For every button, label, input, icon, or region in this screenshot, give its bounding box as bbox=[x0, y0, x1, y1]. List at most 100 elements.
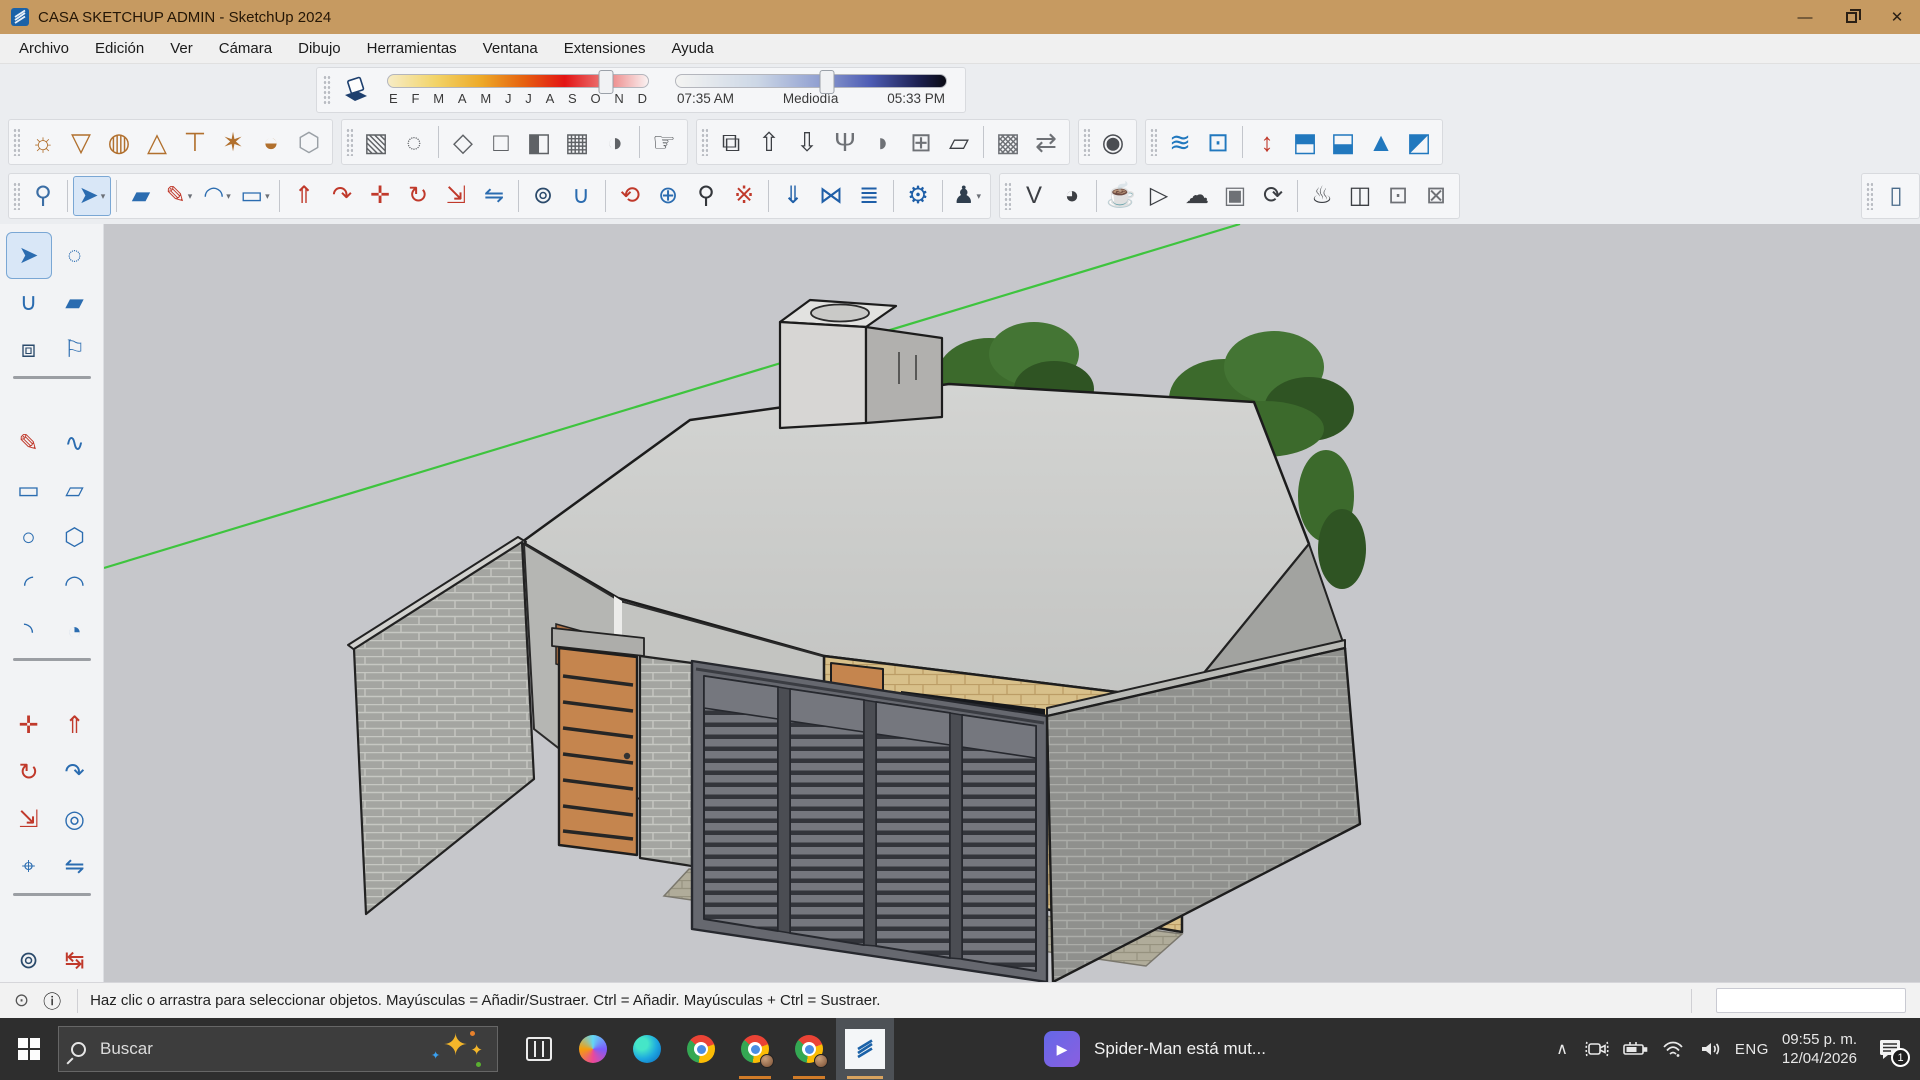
push-pull-tool[interactable]: ⇑ bbox=[285, 176, 323, 216]
month-slider-track[interactable] bbox=[387, 74, 649, 88]
push-pull-tool[interactable]: ⇑ bbox=[52, 702, 98, 749]
style-back-edges[interactable]: ◌ bbox=[395, 122, 433, 162]
vray-logo[interactable]: V bbox=[1015, 176, 1053, 216]
rotate-tool[interactable]: ↻ bbox=[6, 749, 52, 796]
layers-stack-export[interactable]: ≣ bbox=[850, 176, 888, 216]
vray-frame-buffer[interactable]: ▣ bbox=[1216, 176, 1254, 216]
axes-tool[interactable]: ⌖ bbox=[6, 843, 52, 890]
sandbox-from-contours[interactable]: ≋ bbox=[1161, 122, 1199, 162]
eraser-tool[interactable]: ▰ bbox=[122, 176, 160, 216]
volume-tray-icon[interactable] bbox=[1698, 1039, 1722, 1059]
grid-panel[interactable]: ▩ bbox=[989, 122, 1027, 162]
flip-settings[interactable]: ⚙ bbox=[899, 176, 937, 216]
vray-lock-viewport[interactable]: ⊠ bbox=[1417, 176, 1455, 216]
sandbox-drape[interactable]: ⬓ bbox=[1324, 122, 1362, 162]
menu-dibujo[interactable]: Dibujo bbox=[285, 34, 354, 64]
restore-button[interactable] bbox=[1828, 0, 1874, 34]
tape-measure-tool[interactable]: ⊚ bbox=[524, 176, 562, 216]
measurements-input[interactable] bbox=[1716, 988, 1906, 1013]
tape-measure-tool[interactable]: ⊚ bbox=[6, 937, 52, 982]
style-shaded[interactable]: ◧ bbox=[520, 122, 558, 162]
dropdown-caret[interactable]: ▾ bbox=[188, 191, 193, 202]
vray-vfb-window[interactable]: ◫ bbox=[1341, 176, 1379, 216]
geolocation-import[interactable]: ⇓ bbox=[774, 176, 812, 216]
follow-me-tool[interactable]: ↷ bbox=[323, 176, 361, 216]
sketchup-app-active[interactable] bbox=[836, 1018, 894, 1080]
time-slider-handle[interactable] bbox=[820, 70, 835, 94]
arc-tool[interactable]: ◠▾ bbox=[198, 176, 236, 216]
paint-bucket-tool[interactable]: ∪ bbox=[562, 176, 600, 216]
pie-tool[interactable]: ◔ bbox=[52, 608, 98, 655]
freehand-tool[interactable]: ∿ bbox=[52, 420, 98, 467]
follow-me-tool[interactable]: ↷ bbox=[52, 749, 98, 796]
sandbox-smoove[interactable]: ↕ bbox=[1248, 122, 1286, 162]
preview-hidden-eye[interactable]: ◉ bbox=[1094, 122, 1132, 162]
drape-shell[interactable]: ◗ bbox=[864, 122, 902, 162]
move-tool[interactable]: ✛ bbox=[361, 176, 399, 216]
tray-expand-chevron[interactable]: ∧ bbox=[1556, 1039, 1568, 1059]
style-monochrome[interactable]: ◑ bbox=[596, 122, 634, 162]
two-point-arc-tool[interactable]: ◜ bbox=[6, 561, 52, 608]
rectangle-tool[interactable]: ▭▾ bbox=[236, 176, 274, 216]
move-tool[interactable]: ✛ bbox=[6, 702, 52, 749]
shadow-toggle-button[interactable] bbox=[339, 73, 373, 107]
style-wireframe[interactable]: ◇ bbox=[444, 122, 482, 162]
start-button[interactable] bbox=[0, 1018, 58, 1080]
menu-ventana[interactable]: Ventana bbox=[470, 34, 551, 64]
credits-icon[interactable]: ⓘ bbox=[43, 988, 61, 1014]
geolocation-icon[interactable]: ⊙ bbox=[14, 990, 29, 1011]
grab-object[interactable]: ☞ bbox=[645, 122, 683, 162]
sandbox-flip-edge[interactable]: ◩ bbox=[1400, 122, 1438, 162]
scale-tool[interactable]: ⇲ bbox=[437, 176, 475, 216]
menu-ver[interactable]: Ver bbox=[157, 34, 206, 64]
dropdown-caret[interactable]: ▾ bbox=[226, 191, 231, 202]
sandbox-stamp[interactable]: ⬒ bbox=[1286, 122, 1324, 162]
taskbar-clock[interactable]: 09:55 p. m. 12/04/2026 bbox=[1782, 1030, 1857, 1069]
sandbox-add-detail[interactable]: ▲ bbox=[1362, 122, 1400, 162]
zoom-tool[interactable]: ⚲ bbox=[687, 176, 725, 216]
vray-render[interactable]: ☕ bbox=[1102, 176, 1140, 216]
month-slider-handle[interactable] bbox=[599, 70, 614, 94]
swap-frames[interactable]: ⇄ bbox=[1027, 122, 1065, 162]
line-tool[interactable]: ✎▾ bbox=[160, 176, 198, 216]
new-document[interactable]: ▯ bbox=[1877, 176, 1915, 216]
copilot-app[interactable] bbox=[566, 1018, 620, 1080]
vray-render-last[interactable]: ♨ bbox=[1303, 176, 1341, 216]
vray-render-cloud[interactable]: ☁ bbox=[1178, 176, 1216, 216]
vray-omni-light[interactable]: ✶ bbox=[214, 122, 252, 162]
close-button[interactable]: ✕ bbox=[1874, 0, 1920, 34]
mirror-tool[interactable]: ⇋ bbox=[475, 176, 513, 216]
flip-tool[interactable]: ⇋ bbox=[52, 843, 98, 890]
rotated-rectangle-tool[interactable]: ▱ bbox=[52, 467, 98, 514]
select-tool[interactable]: ➤▾ bbox=[73, 176, 111, 216]
vegetation-grass[interactable]: Ψ bbox=[826, 122, 864, 162]
zoom-extents-tool[interactable]: ※ bbox=[725, 176, 763, 216]
walkthrough-person[interactable]: ♟▾ bbox=[948, 176, 986, 216]
sandbox-from-scratch[interactable]: ⊡ bbox=[1199, 122, 1237, 162]
circle-tool[interactable]: ○ bbox=[6, 514, 52, 561]
vray-render-interactive[interactable]: ▷ bbox=[1140, 176, 1178, 216]
vray-asset-editor[interactable]: ◕ bbox=[1053, 176, 1091, 216]
three-point-arc-tool[interactable]: ◝ bbox=[6, 608, 52, 655]
task-view-button[interactable] bbox=[512, 1018, 566, 1080]
edge-app[interactable] bbox=[620, 1018, 674, 1080]
dropdown-caret[interactable]: ▾ bbox=[101, 191, 106, 202]
rotate-tool[interactable]: ↻ bbox=[399, 176, 437, 216]
rectangle-tool[interactable]: ▭ bbox=[6, 467, 52, 514]
media-play-icon[interactable]: ▶ bbox=[1044, 1031, 1080, 1067]
orbit-tool[interactable]: ⟲ bbox=[611, 176, 649, 216]
zoom-search-tool[interactable]: ⚲ bbox=[24, 176, 62, 216]
vray-ies-light[interactable]: ⊤ bbox=[176, 122, 214, 162]
vray-viewport-render[interactable]: ⊡ bbox=[1379, 176, 1417, 216]
line-tool[interactable]: ✎ bbox=[6, 420, 52, 467]
vray-spot-light[interactable]: △ bbox=[138, 122, 176, 162]
object-import-down[interactable]: ⇩ bbox=[788, 122, 826, 162]
chrome-profile-1-app[interactable] bbox=[728, 1018, 782, 1080]
vray-sphere-light[interactable]: ◍ bbox=[100, 122, 138, 162]
modeling-viewport[interactable] bbox=[104, 224, 1920, 982]
toolbar-drag-handle[interactable] bbox=[323, 75, 331, 105]
menu-archivo[interactable]: Archivo bbox=[6, 34, 82, 64]
battery-tray-icon[interactable] bbox=[1622, 1040, 1648, 1058]
offset-tool[interactable]: ◎ bbox=[52, 796, 98, 843]
dimensions-tool[interactable]: ↹ bbox=[52, 937, 98, 982]
